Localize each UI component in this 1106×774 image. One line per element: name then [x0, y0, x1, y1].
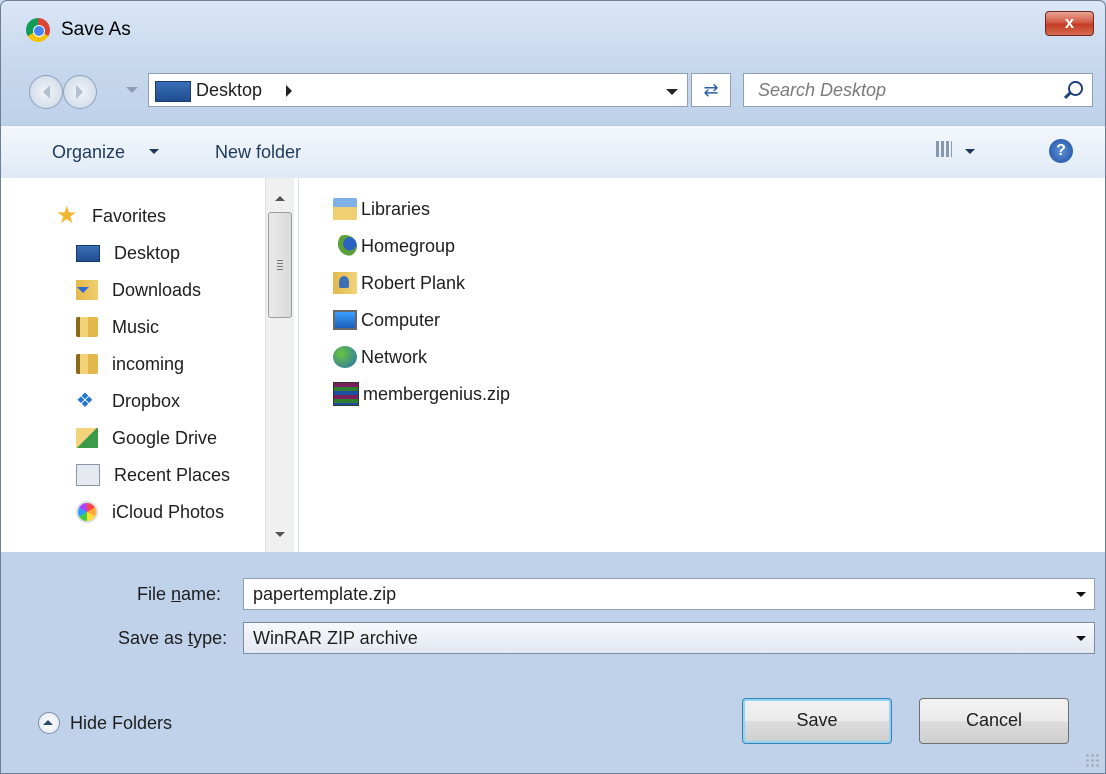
icloud-photos-icon	[76, 501, 98, 523]
breadcrumb-arrow-icon[interactable]	[286, 85, 298, 97]
search-input[interactable]: Search Desktop	[758, 80, 886, 101]
sidebar-item-label: Google Drive	[112, 427, 218, 448]
save-type-value[interactable]: WinRAR ZIP archive	[253, 628, 418, 649]
folder-icon	[76, 317, 98, 337]
label-text: ype:	[193, 628, 228, 648]
dropbox-icon: ❖	[76, 390, 94, 412]
view-options-icon[interactable]	[936, 141, 952, 157]
winrar-zip-icon	[333, 382, 359, 406]
sidebar-item-label: Recent Places	[114, 464, 231, 485]
list-item[interactable]: membergenius.zip	[333, 380, 510, 408]
file-name: Computer	[361, 309, 441, 330]
desktop-icon	[76, 244, 100, 262]
refresh-button[interactable]: ⇄	[691, 73, 731, 107]
file-list: Libraries Homegroup Robert Plank Compute…	[299, 178, 1105, 552]
help-icon[interactable]: ?	[1049, 139, 1073, 163]
filename-label: File name:	[137, 584, 221, 605]
file-name: Homegroup	[361, 235, 456, 256]
access-key: n	[171, 584, 182, 604]
sidebar-item-downloads[interactable]: Downloads	[76, 276, 201, 304]
sidebar-item-incoming[interactable]: incoming	[76, 350, 184, 378]
save-type-label: Save as type:	[118, 628, 227, 649]
folder-icon	[76, 354, 98, 374]
scroll-up-icon[interactable]	[275, 191, 285, 201]
filename-dropdown-icon[interactable]	[1076, 592, 1086, 602]
recent-locations-dropdown[interactable]	[126, 87, 138, 99]
grip-icon	[277, 260, 283, 270]
user-folder-icon	[333, 272, 357, 294]
downloads-folder-icon	[76, 280, 98, 300]
hide-folders-button[interactable]: Hide Folders	[38, 712, 172, 734]
sidebar-item-label: iCloud Photos	[112, 501, 225, 522]
sidebar-item-desktop[interactable]: Desktop	[76, 239, 180, 267]
back-button[interactable]	[29, 75, 63, 109]
star-icon: ★	[56, 202, 78, 229]
search-icon[interactable]	[1068, 81, 1083, 96]
list-item[interactable]: Robert Plank	[333, 269, 465, 297]
sidebar-item-dropbox[interactable]: ❖ Dropbox	[76, 387, 180, 415]
view-dropdown-icon[interactable]	[965, 149, 975, 159]
list-item[interactable]: Homegroup	[333, 232, 455, 260]
google-drive-icon	[76, 428, 98, 448]
sidebar-item-label: Downloads	[112, 279, 202, 300]
navigation-scrollbar[interactable]	[265, 178, 294, 552]
desktop-icon	[155, 81, 191, 102]
file-name: Libraries	[361, 198, 431, 219]
chevron-up-icon	[38, 712, 60, 734]
file-name: Network	[361, 346, 428, 367]
chrome-icon	[26, 18, 50, 42]
sidebar-item-recent-places[interactable]: Recent Places	[76, 461, 230, 489]
organize-button[interactable]: Organize	[52, 142, 125, 163]
organize-dropdown-icon[interactable]	[149, 149, 159, 159]
sidebar-item-icloud-photos[interactable]: iCloud Photos	[76, 498, 224, 526]
recent-places-icon	[76, 464, 100, 486]
sidebar-item-label: Desktop	[114, 242, 181, 263]
scroll-thumb[interactable]	[268, 212, 292, 318]
network-icon	[333, 346, 357, 368]
label-text: ame:	[181, 584, 222, 604]
save-type-select[interactable]: WinRAR ZIP archive	[243, 622, 1095, 654]
label-text: Save as	[118, 628, 189, 648]
sidebar-item-label: Music	[112, 316, 160, 337]
file-name: membergenius.zip	[363, 383, 511, 404]
close-button[interactable]: x	[1045, 11, 1094, 36]
list-item[interactable]: Libraries	[333, 195, 430, 223]
hide-folders-label: Hide Folders	[70, 712, 173, 733]
file-name: Robert Plank	[361, 272, 466, 293]
computer-icon	[333, 310, 357, 330]
libraries-icon	[333, 198, 357, 220]
save-button[interactable]: Save	[742, 698, 892, 744]
title-bar: Save As x	[1, 1, 1105, 57]
sidebar-item-label: Favorites	[92, 205, 167, 226]
filename-field[interactable]: papertemplate.zip	[243, 578, 1095, 610]
list-item[interactable]: Network	[333, 343, 427, 371]
label-text: File	[137, 584, 172, 604]
scroll-down-icon[interactable]	[275, 532, 285, 542]
sidebar-item-favorites[interactable]: ★ Favorites	[56, 202, 166, 230]
sidebar-item-google-drive[interactable]: Google Drive	[76, 424, 217, 452]
search-box[interactable]: Search Desktop	[743, 73, 1093, 107]
filename-value[interactable]: papertemplate.zip	[253, 584, 396, 605]
cancel-button[interactable]: Cancel	[919, 698, 1069, 744]
address-bar[interactable]: Desktop	[148, 73, 688, 107]
sidebar-item-music[interactable]: Music	[76, 313, 159, 341]
address-location[interactable]: Desktop	[196, 80, 262, 101]
homegroup-icon	[333, 235, 357, 257]
save-as-dialog: Save As x Desktop ⇄ Search Desktop Organ…	[0, 0, 1106, 774]
forward-button[interactable]	[63, 75, 97, 109]
list-item[interactable]: Computer	[333, 306, 440, 334]
save-type-dropdown-icon[interactable]	[1076, 636, 1086, 646]
navigation-pane: ★ Favorites Desktop Downloads Music inco…	[1, 178, 299, 552]
sidebar-item-label: incoming	[112, 353, 185, 374]
address-dropdown-icon[interactable]	[666, 89, 678, 101]
sidebar-item-label: Dropbox	[112, 390, 181, 411]
window-title: Save As	[61, 19, 131, 40]
new-folder-button[interactable]: New folder	[215, 142, 301, 163]
resize-grip-icon[interactable]	[1085, 753, 1099, 767]
